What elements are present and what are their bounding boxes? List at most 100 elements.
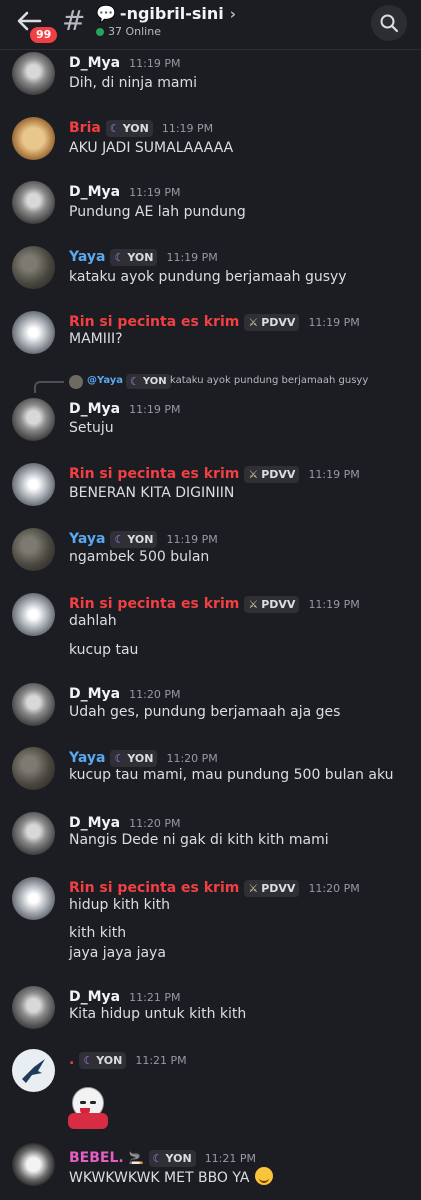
reply-text: kataku ayok pundung berjamaah gusyy [170,375,369,386]
avatar[interactable] [12,877,55,920]
role-tag[interactable]: ☾ YON [105,119,153,137]
author-name[interactable]: D_Mya [69,55,120,71]
message-text: BENERAN KITA DIGINIIN [69,485,235,501]
moon-icon: ☾ [83,1053,94,1067]
message-text: Nangis Dede ni gak di kith kith mami [69,832,329,848]
author-name[interactable]: D_Mya [69,184,120,200]
avatar[interactable] [12,683,55,726]
role-tag[interactable]: ☾ YON [110,749,158,767]
channel-title[interactable]: 💬 -ngibril-sini › [96,4,236,23]
author-name[interactable]: D_Mya [69,815,120,831]
message-text: kataku ayok pundung berjamaah gusyy [69,269,347,285]
bird-icon [22,1059,45,1083]
avatar[interactable] [12,593,55,636]
avatar[interactable] [12,398,55,441]
channel-header: 99 # 💬 -ngibril-sini › 37 Online [0,0,421,50]
moon-icon: ☾ [114,751,125,765]
author-name[interactable]: Rin si pecinta es krim [69,596,239,612]
speech-bubble-icon: 💬 [96,4,116,23]
role-tag[interactable]: ☾ YON [148,1149,196,1167]
role-tag[interactable]: ☾ YON [79,1051,127,1069]
message-text: hidup kith kith [69,897,171,913]
channel-name: -ngibril-sini [119,4,224,23]
reply-connector [34,381,64,393]
author-name[interactable]: Rin si pecinta es krim [69,314,239,330]
chevron-right-icon: › [229,4,236,23]
message-text: Kita hidup untuk kith kith [69,1006,247,1022]
timestamp: 11:19 PM [308,315,360,329]
moon-icon: ☾ [130,375,140,388]
role-tag[interactable]: ☾ YON [110,530,158,548]
reply-author: @Yaya [87,375,124,386]
role-tag[interactable]: ☾ YON [110,248,158,266]
message-text: AKU JADI SUMALAAAAA [69,140,234,156]
timestamp: 11:19 PM [129,56,181,70]
message-text: Setuju [69,420,114,436]
author-name[interactable]: D_Mya [69,401,120,417]
timestamp: 11:19 PM [308,597,360,611]
author-name[interactable]: . [69,1052,74,1068]
message-text: MAMIII? [69,331,123,347]
moon-icon: ☾ [114,532,125,546]
role-tag[interactable]: ⚔ PDVV [244,595,300,613]
message-text: kucup tau mami, mau pundung 500 bulan ak… [69,767,394,783]
reply-avatar [69,375,83,389]
message-text: kucup tau [69,642,139,658]
avatar[interactable] [12,747,55,790]
avatar[interactable] [12,1143,55,1186]
message-text: dahlah [69,613,117,629]
author-name[interactable]: Yaya [69,750,105,766]
reply-preview[interactable]: @Yaya ☾ YON kataku ayok pundung berjamaah… [30,372,421,393]
avatar[interactable] [12,1049,55,1092]
author-name[interactable]: Rin si pecinta es krim [69,880,239,896]
author-name[interactable]: Bria [69,120,101,136]
role-tag[interactable]: ⚔ PDVV [244,879,300,897]
timestamp: 11:20 PM [129,816,181,830]
message-text: Dih, di ninja mami [69,75,197,91]
cigarette-icon: 🚬 [128,1151,144,1165]
unread-badge: 99 [28,25,60,45]
author-name[interactable]: D_Mya [69,989,120,1005]
timestamp: 11:21 PM [129,990,181,1004]
sword-icon: ⚔ [248,597,259,611]
author-name[interactable]: Yaya [69,249,105,265]
sword-icon: ⚔ [248,315,259,329]
sword-icon: ⚔ [248,881,259,895]
avatar[interactable] [12,311,55,354]
timestamp: 11:20 PM [166,751,218,765]
sword-icon: ⚔ [248,467,259,481]
timestamp: 11:19 PM [166,532,218,546]
timestamp: 11:19 PM [166,250,218,264]
author-name[interactable]: Rin si pecinta es krim [69,466,239,482]
search-button[interactable] [371,5,407,41]
avatar[interactable] [12,812,55,855]
message-text: kith kith [69,925,127,941]
role-tag[interactable]: ⚔ PDVV [244,313,300,331]
moon-icon: ☾ [114,250,125,264]
avatar[interactable] [12,117,55,160]
message-text: WKWKWKWK MET BBO YA [69,1167,273,1186]
timestamp: 11:19 PM [129,185,181,199]
hash-icon: # [62,4,86,37]
timestamp: 11:20 PM [308,881,360,895]
avatar[interactable] [12,181,55,224]
timestamp: 11:21 PM [135,1053,187,1067]
online-count: 37 Online [108,25,161,38]
timestamp: 11:19 PM [308,467,360,481]
avatar[interactable] [12,986,55,1029]
smile-emoji-icon [254,1167,273,1185]
role-tag[interactable]: ⚔ PDVV [244,465,300,483]
author-name[interactable]: BEBEL. [69,1150,124,1166]
message-text: ngambek 500 bulan [69,549,210,565]
avatar[interactable] [12,246,55,289]
timestamp: 11:20 PM [129,687,181,701]
avatar[interactable] [12,52,55,95]
author-name[interactable]: D_Mya [69,686,120,702]
avatar[interactable] [12,463,55,506]
avatar[interactable] [12,528,55,571]
sticker[interactable] [68,1087,108,1132]
message-text: Pundung AE lah pundung [69,204,246,220]
timestamp: 11:19 PM [129,402,181,416]
role-tag: ☾ YON [126,374,171,389]
author-name[interactable]: Yaya [69,531,105,547]
